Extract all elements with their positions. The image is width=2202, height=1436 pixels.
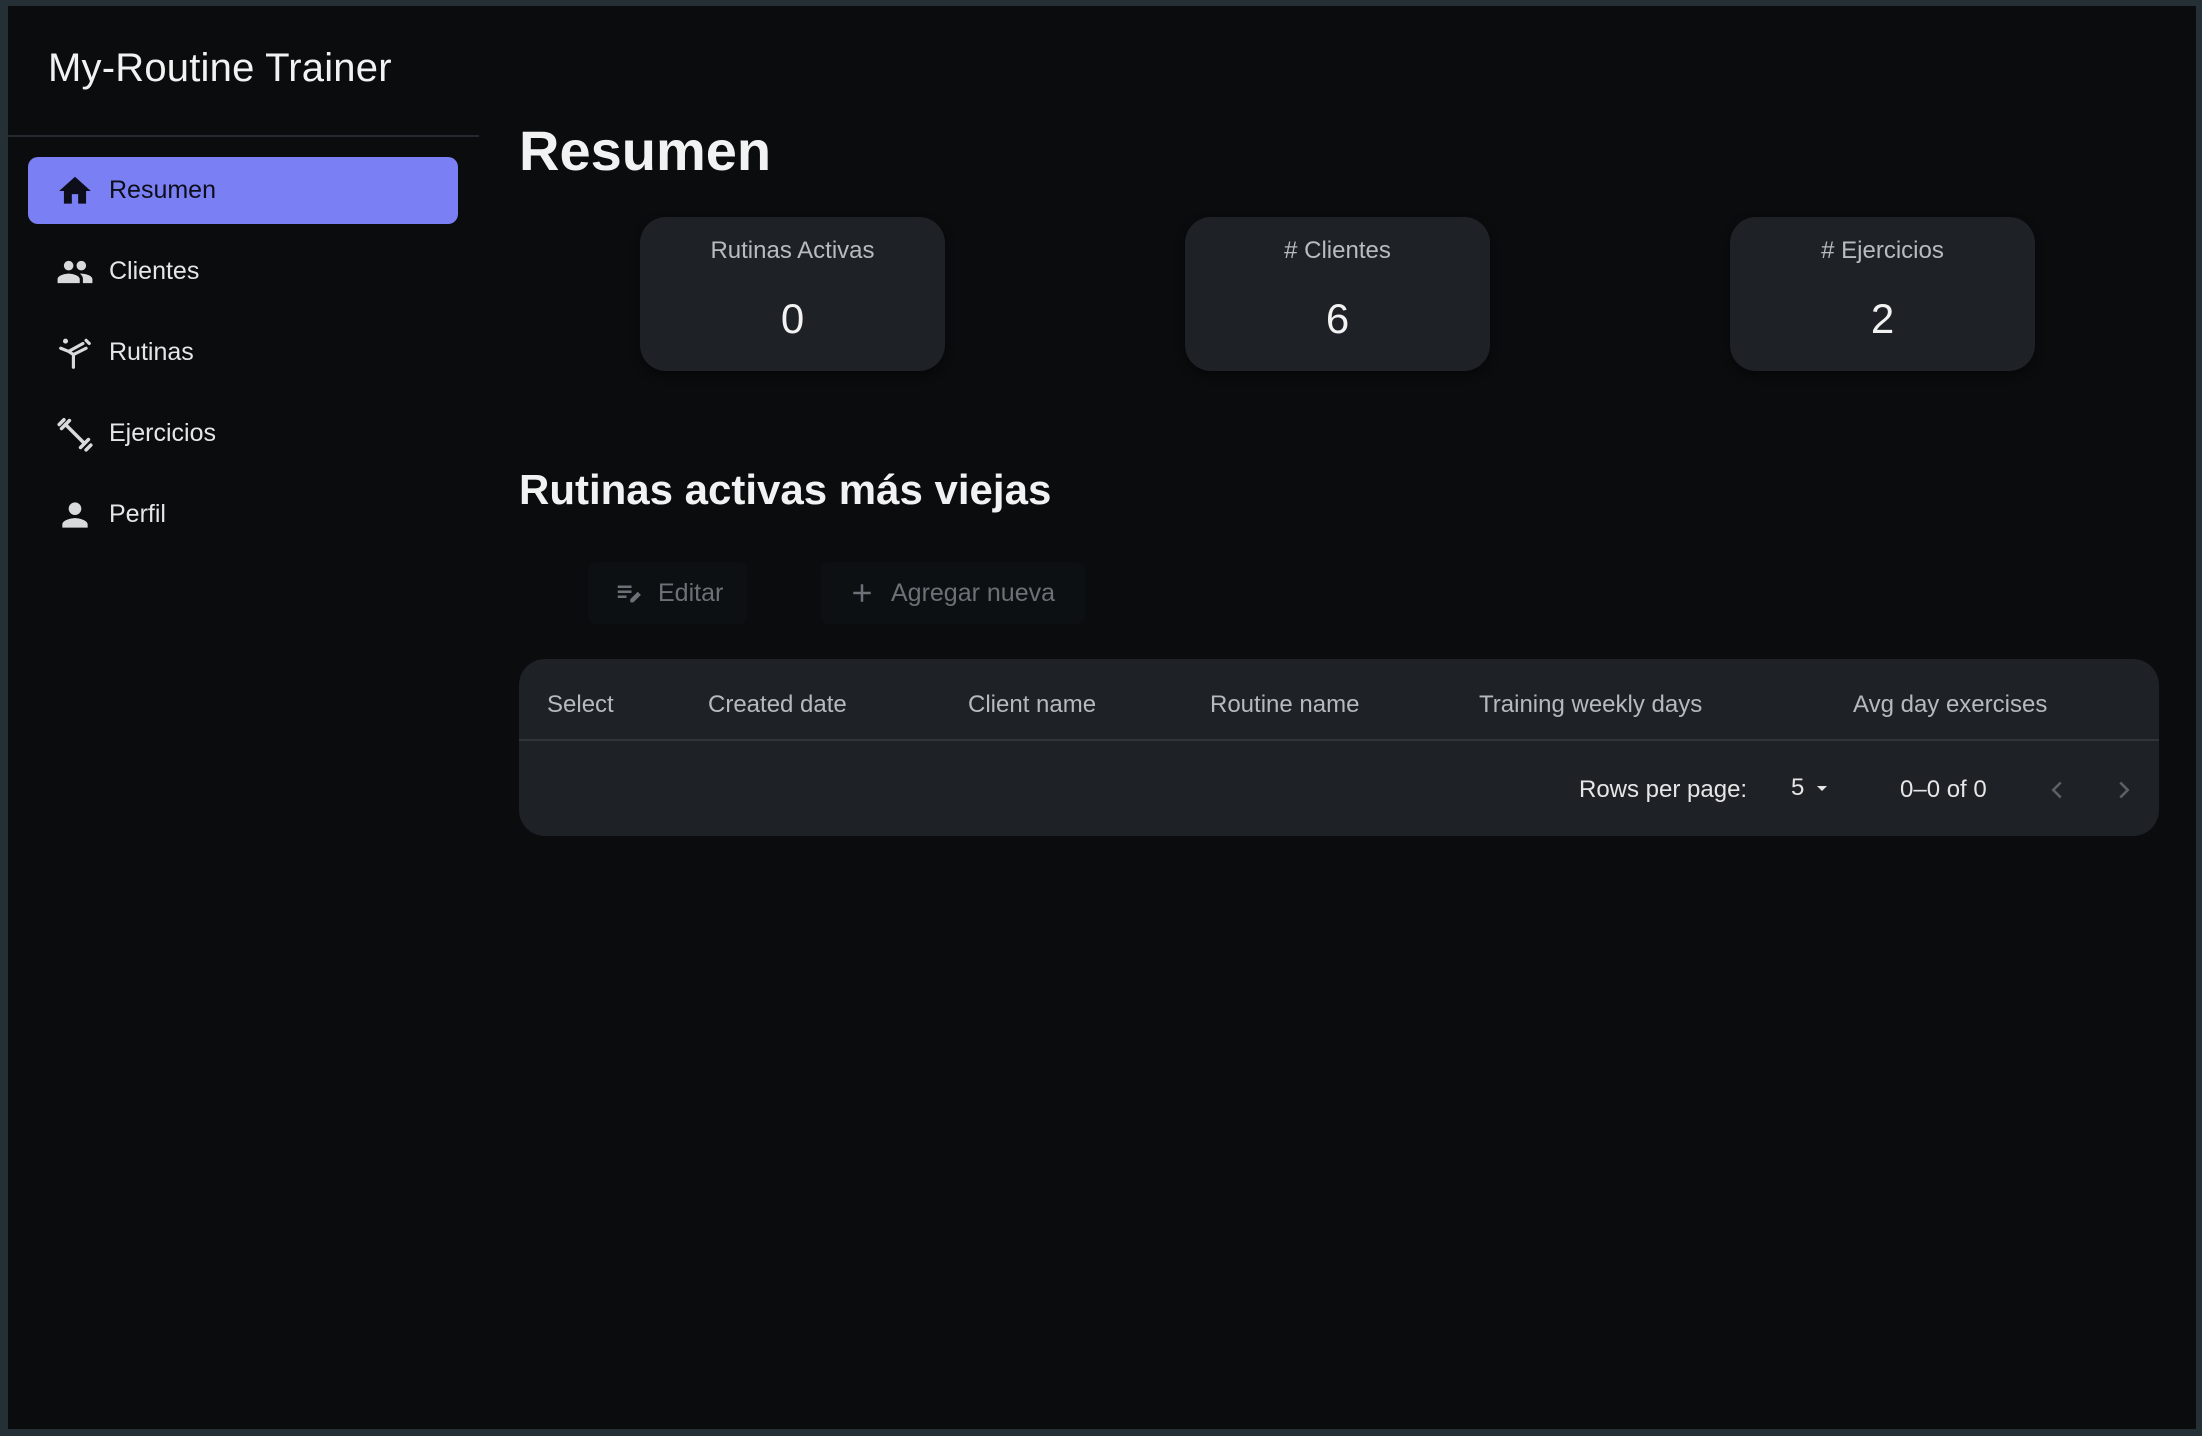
sidebar-item-label: Rutinas bbox=[109, 338, 194, 366]
edit-button[interactable]: Editar bbox=[588, 562, 748, 624]
rows-per-page-label: Rows per page: bbox=[1579, 776, 1748, 803]
column-header-training-weekly-days[interactable]: Training weekly days bbox=[1479, 691, 1702, 719]
routines-table: Select Created date Client name Routine … bbox=[519, 659, 2159, 836]
column-header-select[interactable]: Select bbox=[547, 691, 614, 719]
add-new-button[interactable]: Agregar nueva bbox=[821, 562, 1086, 624]
kick-figure-icon bbox=[56, 334, 94, 372]
stat-value: 0 bbox=[780, 295, 805, 342]
next-page-button[interactable] bbox=[2107, 773, 2141, 807]
sidebar-item-resumen[interactable]: Resumen bbox=[28, 157, 458, 224]
column-header-routine-name[interactable]: Routine name bbox=[1210, 691, 1359, 719]
column-header-created-date[interactable]: Created date bbox=[708, 691, 847, 719]
app-title: My-Routine Trainer bbox=[48, 46, 392, 90]
plus-icon bbox=[853, 584, 871, 602]
stat-card-rutinas-activas: Rutinas Activas 0 bbox=[640, 217, 945, 371]
app-window: My-Routine Trainer Resumen Clientes Ruti… bbox=[8, 6, 2196, 1429]
sidebar: My-Routine Trainer Resumen Clientes Ruti… bbox=[8, 6, 479, 1429]
stat-label: Rutinas Activas bbox=[710, 237, 875, 264]
sidebar-item-ejercicios[interactable]: Ejercicios bbox=[28, 400, 458, 467]
sidebar-item-rutinas[interactable]: Rutinas bbox=[28, 319, 458, 386]
page-title: Resumen bbox=[519, 119, 772, 182]
sidebar-item-label: Clientes bbox=[109, 257, 200, 285]
stat-card-clientes: # Clientes 6 bbox=[1185, 217, 1490, 371]
sidebar-nav: Resumen Clientes Rutinas Ejercicios Perf… bbox=[28, 157, 458, 562]
dumbbell-icon bbox=[56, 415, 94, 453]
sidebar-item-clientes[interactable]: Clientes bbox=[28, 238, 458, 305]
person-icon bbox=[56, 496, 94, 534]
sidebar-item-label: Ejercicios bbox=[109, 419, 216, 447]
stat-card-ejercicios: # Ejercicios 2 bbox=[1730, 217, 2035, 371]
home-icon bbox=[56, 172, 94, 210]
stat-label: # Ejercicios bbox=[1821, 237, 1944, 264]
sidebar-item-perfil[interactable]: Perfil bbox=[28, 481, 458, 548]
previous-page-button[interactable] bbox=[2040, 773, 2074, 807]
chevron-left-icon bbox=[2051, 781, 2062, 799]
stat-label: # Clientes bbox=[1284, 237, 1391, 264]
rows-per-page-select[interactable]: 5 bbox=[1791, 771, 1834, 805]
section-title: Rutinas activas más viejas bbox=[519, 466, 1052, 513]
column-header-client-name[interactable]: Client name bbox=[968, 691, 1096, 719]
people-icon bbox=[56, 253, 94, 291]
rows-per-page-value: 5 bbox=[1791, 774, 1805, 801]
sidebar-item-label: Perfil bbox=[109, 500, 166, 528]
stat-value: 2 bbox=[1870, 295, 1895, 342]
stat-value: 6 bbox=[1325, 295, 1350, 342]
add-new-button-label: Agregar nueva bbox=[891, 578, 1056, 607]
table-header-divider bbox=[519, 739, 2159, 741]
chevron-right-icon bbox=[2119, 781, 2130, 799]
column-header-avg-day-exercises[interactable]: Avg day exercises bbox=[1853, 691, 2047, 719]
edit-list-icon bbox=[617, 585, 641, 603]
caret-down-icon bbox=[1817, 786, 1828, 791]
pagination-range: 0–0 of 0 bbox=[1900, 776, 1987, 803]
edit-button-label: Editar bbox=[658, 578, 724, 607]
sidebar-divider bbox=[8, 135, 479, 137]
sidebar-item-label: Resumen bbox=[109, 176, 216, 204]
